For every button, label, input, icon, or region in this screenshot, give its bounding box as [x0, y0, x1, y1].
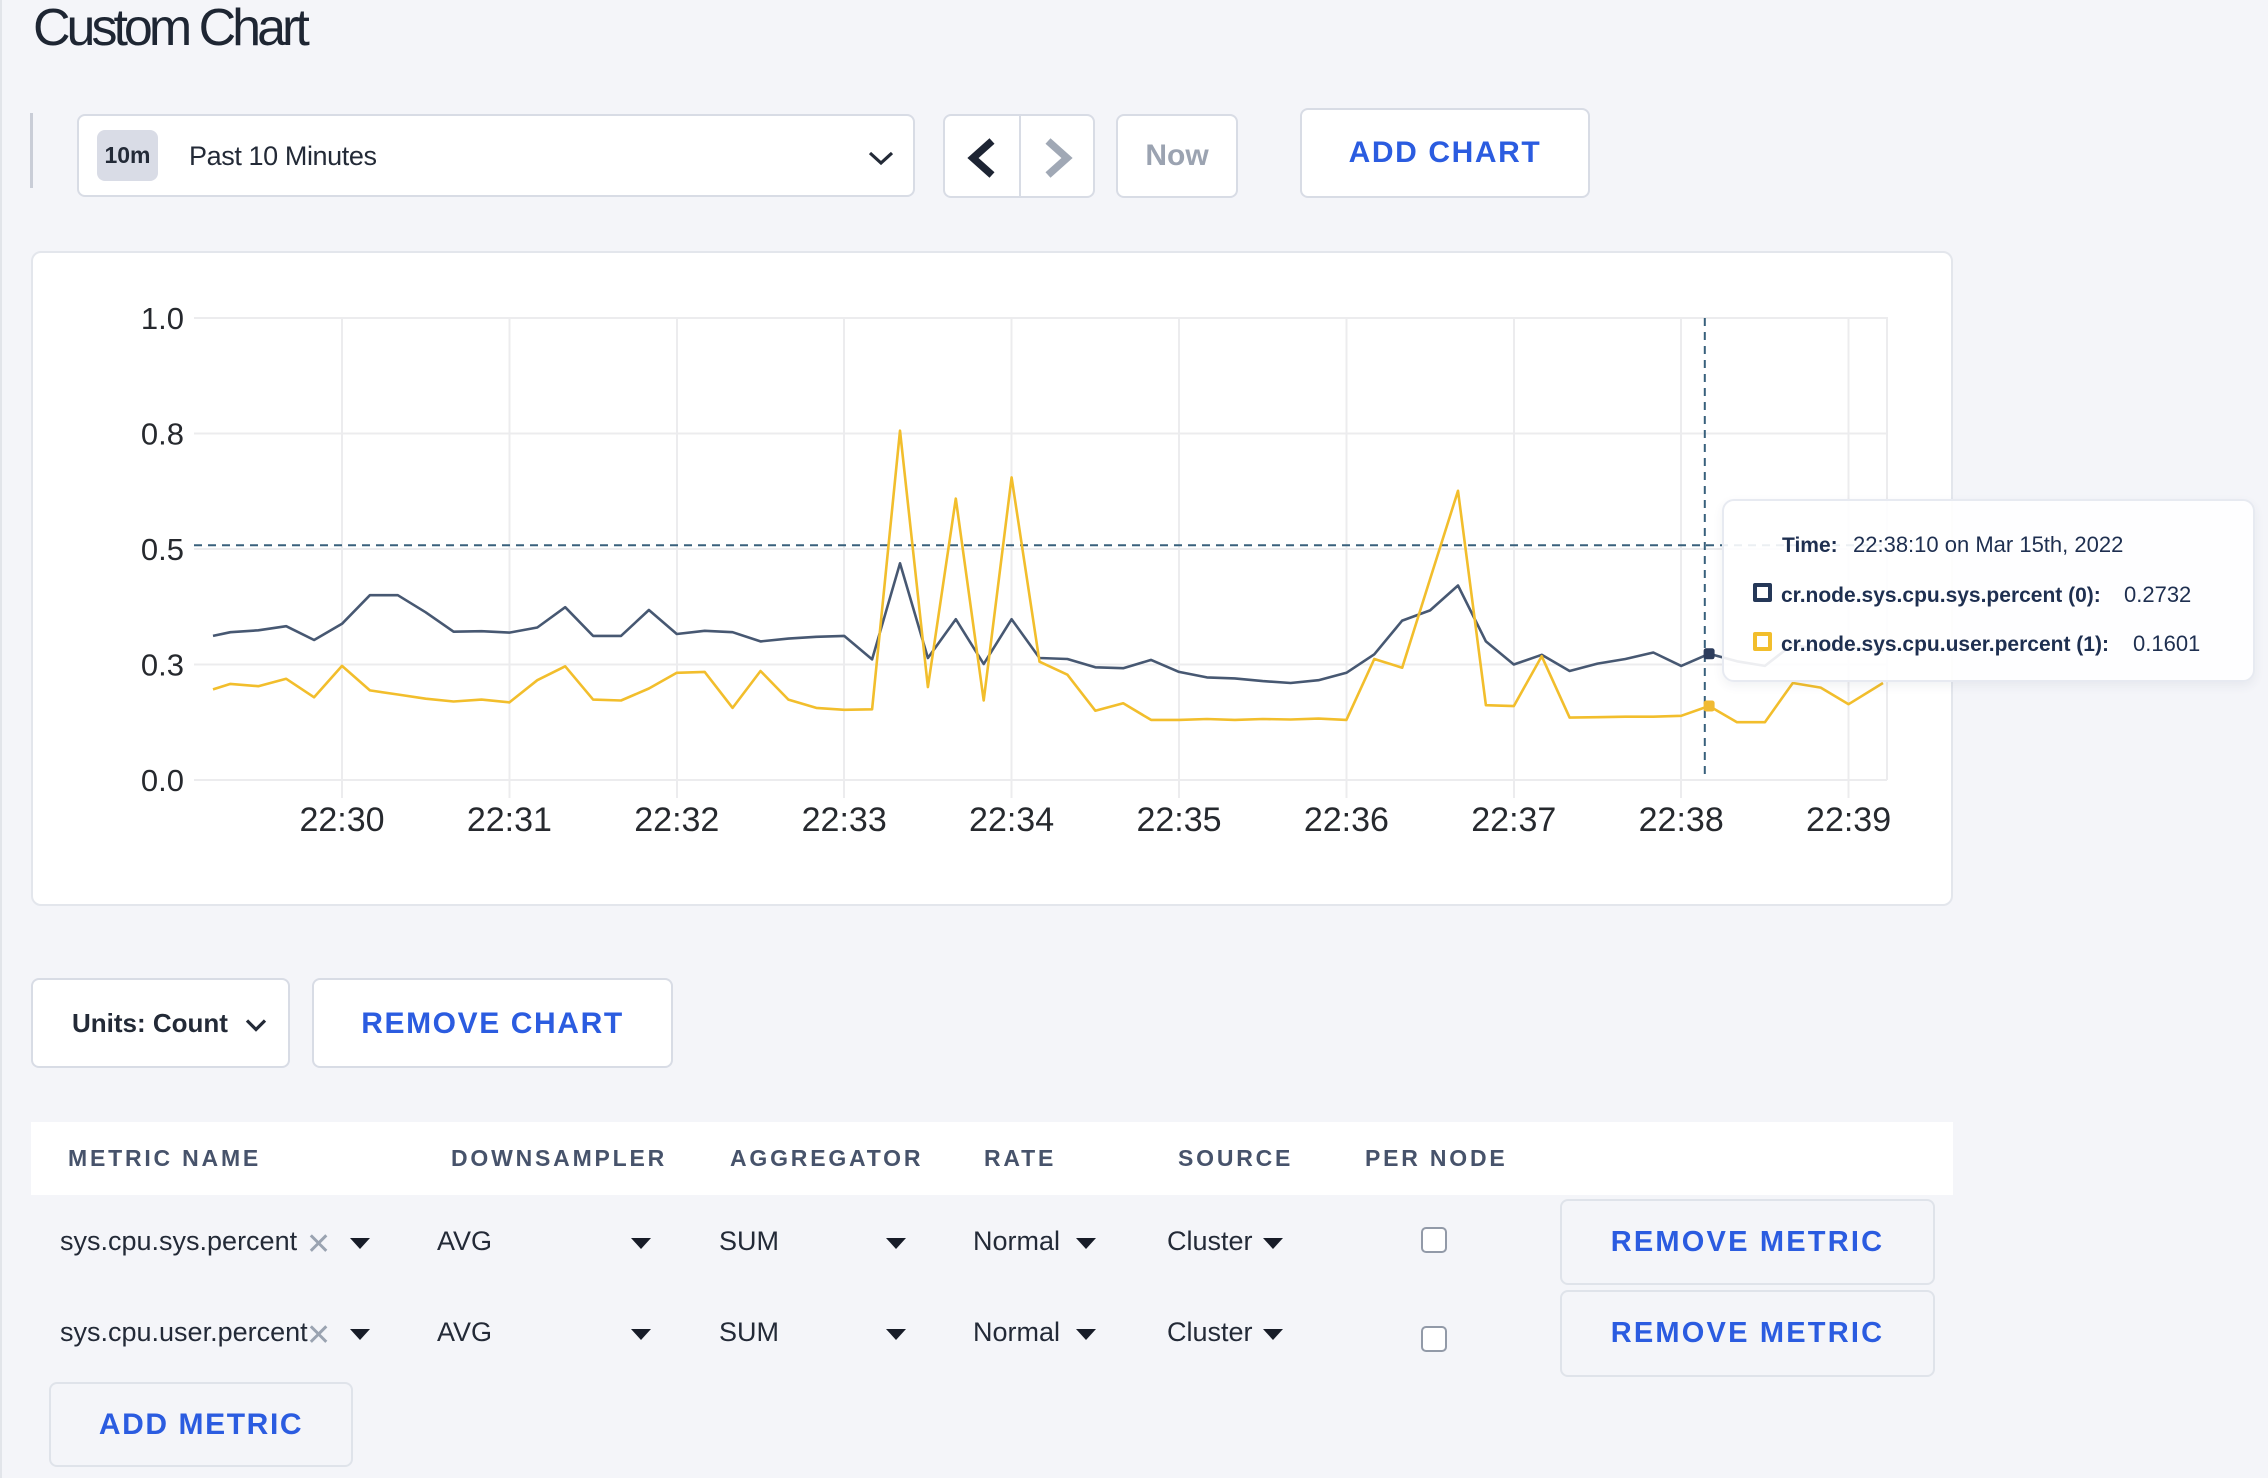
svg-text:22:35: 22:35: [1136, 801, 1221, 839]
svg-text:22:33: 22:33: [802, 801, 887, 839]
svg-text:22:39: 22:39: [1806, 801, 1891, 839]
svg-text:22:36: 22:36: [1304, 801, 1389, 839]
svg-text:0.5: 0.5: [141, 532, 184, 567]
svg-text:22:30: 22:30: [299, 801, 384, 839]
svg-text:22:31: 22:31: [467, 801, 552, 839]
svg-text:0.3: 0.3: [141, 648, 184, 683]
svg-text:0.8: 0.8: [141, 417, 184, 452]
svg-text:22:32: 22:32: [634, 801, 719, 839]
svg-text:0.0: 0.0: [141, 763, 184, 798]
svg-text:22:37: 22:37: [1471, 801, 1556, 839]
svg-text:22:34: 22:34: [969, 801, 1054, 839]
svg-text:1.0: 1.0: [141, 301, 184, 336]
svg-text:22:38: 22:38: [1639, 801, 1724, 839]
